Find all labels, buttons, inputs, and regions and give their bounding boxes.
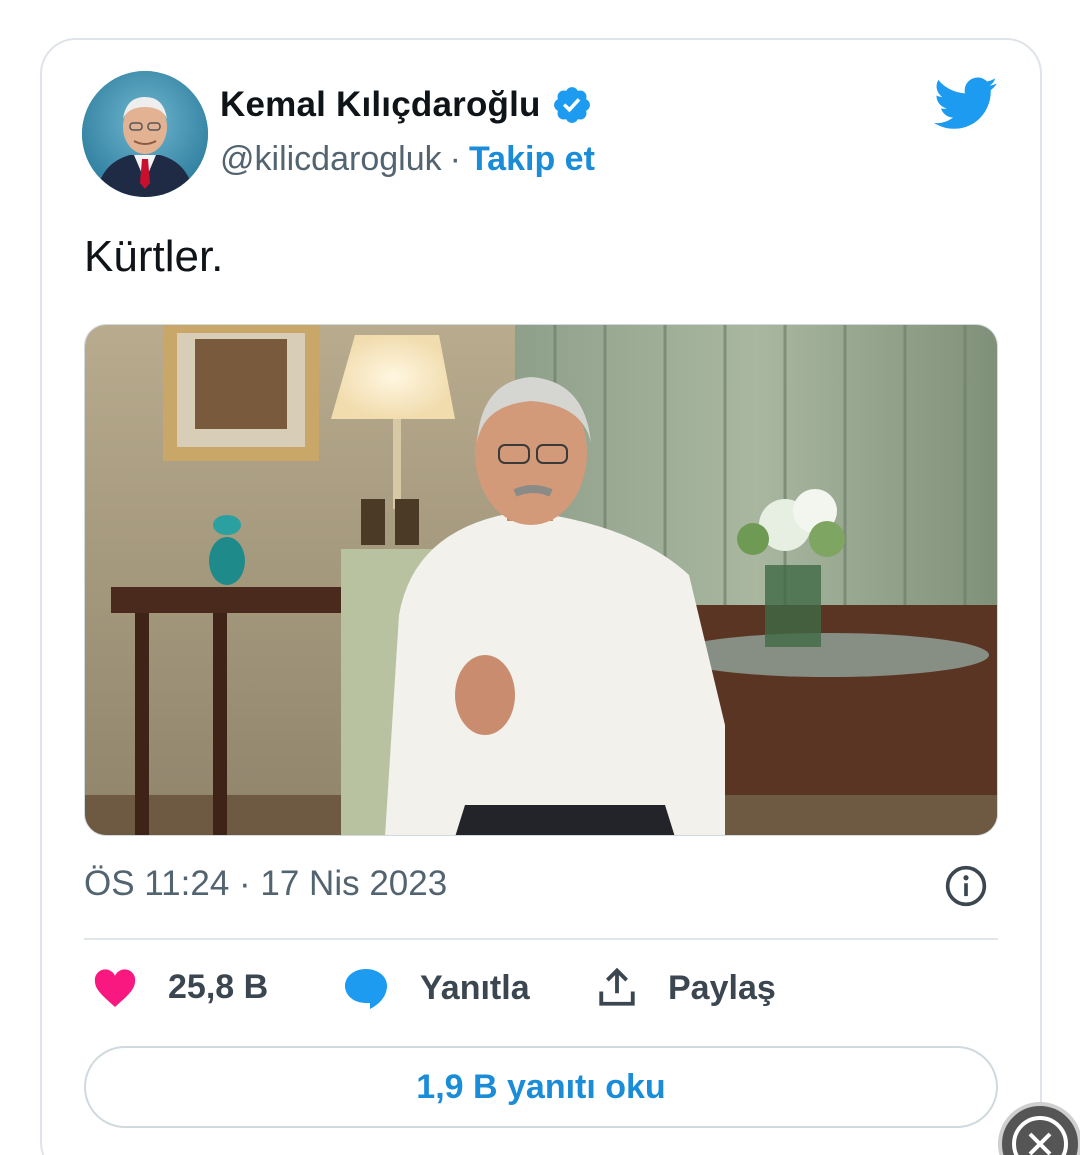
divider [84, 938, 998, 940]
reply-button[interactable]: Yanıtla [342, 966, 530, 1010]
share-label: Paylaş [668, 968, 776, 1007]
read-replies-button[interactable]: 1,9 B yanıtı oku [84, 1046, 998, 1128]
like-count: 25,8 B [168, 967, 269, 1006]
close-icon [1012, 1116, 1068, 1155]
avatar[interactable] [82, 71, 208, 197]
tweet-text: Kürtler. [84, 232, 224, 281]
author-handle[interactable]: @kilicdarogluk [220, 140, 442, 179]
twitter-logo-icon[interactable] [934, 76, 998, 132]
author-display-name[interactable]: Kemal Kılıçdaroğlu [220, 85, 541, 125]
heart-icon [94, 969, 136, 1008]
follow-button[interactable]: Takip et [469, 140, 595, 179]
reply-label: Yanıtla [420, 968, 530, 1007]
tweet-timestamp[interactable]: ÖS 11:24 · 17 Nis 2023 [84, 864, 447, 904]
speech-bubble-icon [345, 969, 387, 1009]
tweet-media-video[interactable] [84, 324, 998, 836]
share-upload-icon [599, 967, 635, 1006]
share-button[interactable]: Paylaş [596, 966, 776, 1010]
verified-badge-icon [553, 87, 590, 123]
close-button[interactable] [998, 1102, 1080, 1155]
like-button[interactable]: 25,8 B [92, 966, 268, 1008]
info-icon[interactable] [944, 864, 988, 908]
separator-dot: · [449, 140, 461, 178]
